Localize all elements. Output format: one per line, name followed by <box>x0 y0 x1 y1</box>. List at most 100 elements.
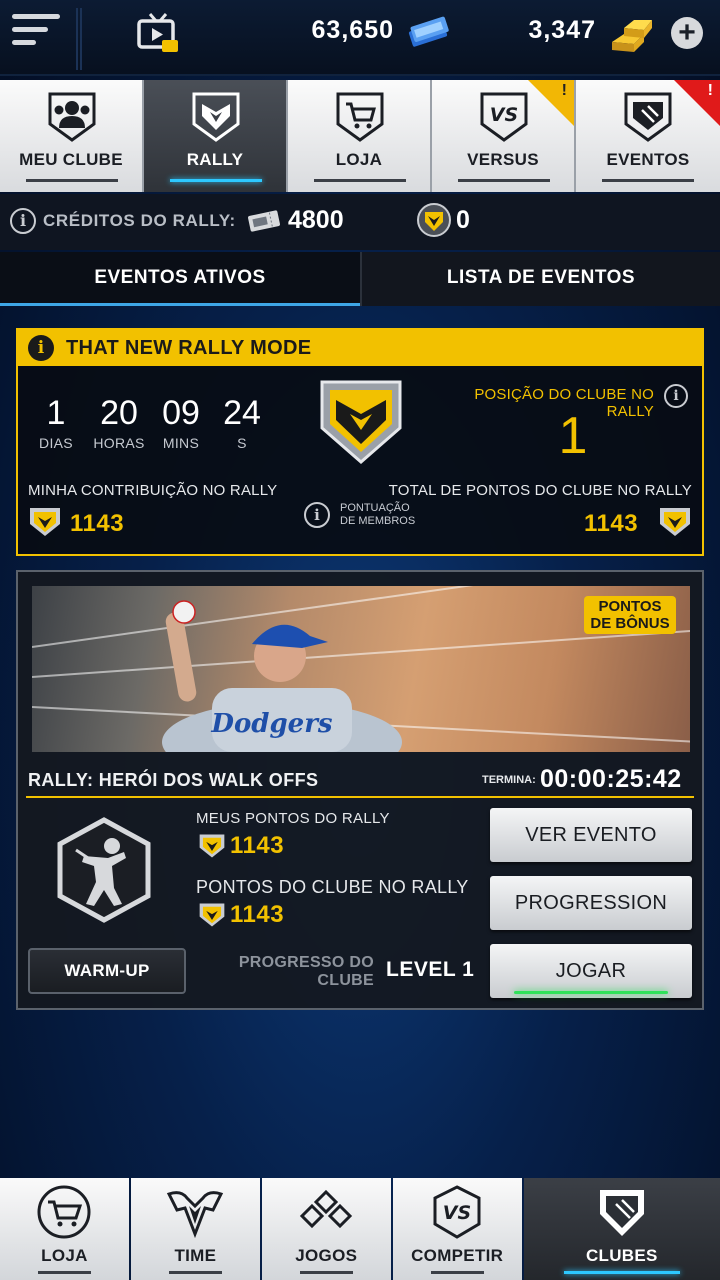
tab-underline <box>170 179 262 182</box>
rally-badge-icon <box>30 508 60 536</box>
bottom-tab-competir[interactable]: VS COMPETIR <box>392 1178 522 1280</box>
contribution-value: 1143 <box>70 510 125 537</box>
ends-countdown: 00:00:25:42 <box>540 765 682 793</box>
bonus-points-tag: PONTOS DE BÔNUS <box>584 596 676 634</box>
cart-shield-icon <box>336 92 384 142</box>
contribution-label: MINHA CONTRIBUIÇÃO NO RALLY <box>28 482 278 499</box>
rally-badge-icon <box>199 903 225 927</box>
pitcher-illustration: Dodgers <box>162 600 402 752</box>
tab-underline <box>314 179 406 182</box>
event-subtabs: EVENTOS ATIVOS LISTA DE EVENTOS <box>0 252 720 306</box>
timer-hours: 20 HORAS <box>92 394 146 451</box>
tab-underline <box>602 179 694 182</box>
timer-mins: 09 MINS <box>156 394 206 451</box>
club-total-label: TOTAL DE PONTOS DO CLUBE NO RALLY <box>388 482 692 499</box>
progress-line1: PROGRESSO DO <box>238 954 374 971</box>
bottom-tab-clubes[interactable]: CLUBES <box>523 1178 720 1280</box>
tab-eventos[interactable]: EVENTOS ! <box>576 80 720 192</box>
club-total-value: 1143 <box>584 510 639 537</box>
tab-label: VERSUS <box>467 150 539 169</box>
progression-button[interactable]: PROGRESSION <box>490 876 692 930</box>
svg-text:VS: VS <box>490 104 518 126</box>
member-scoring-label: PONTUAÇÃO DE MEMBROS <box>340 502 415 528</box>
cart-icon <box>37 1185 91 1239</box>
timer-secs: 24 S <box>222 394 262 451</box>
bottom-tab-loja[interactable]: LOJA <box>0 1178 129 1280</box>
versus-shield-icon: VS <box>480 92 528 142</box>
rally-badge-icon <box>199 834 225 858</box>
tab-label: RALLY <box>186 150 244 169</box>
bottom-nav: LOJA TIME JOGOS VS COMPETIR CLUBES <box>0 1178 720 1280</box>
versus-icon: VS <box>433 1185 481 1239</box>
tab-eventos-ativos[interactable]: EVENTOS ATIVOS <box>0 252 360 306</box>
bonus-line1: PONTOS <box>598 598 662 615</box>
member-scoring-line2: DE MEMBROS <box>340 515 416 527</box>
bottom-tab-jogos[interactable]: JOGOS <box>261 1178 391 1280</box>
member-scoring-line1: PONTUAÇÃO <box>340 502 410 514</box>
timer-mins-label: MINS <box>162 435 200 451</box>
tab-label: LOJA <box>335 150 383 169</box>
alert-mark: ! <box>707 82 713 99</box>
bottom-tab-label: JOGOS <box>295 1246 358 1265</box>
jersey-text: Dodgers <box>210 709 332 739</box>
play-button-label: JOGAR <box>555 960 627 982</box>
tab-underline <box>299 1271 353 1274</box>
tab-rally[interactable]: RALLY <box>144 80 288 192</box>
divider <box>76 8 78 70</box>
event-banner-image[interactable]: Dodgers PONTOS DE BÔNUS <box>32 586 690 752</box>
club-points-label: PONTOS DO CLUBE NO RALLY <box>196 877 469 897</box>
credits-value: 4800 <box>288 206 344 234</box>
club-points-value: 1143 <box>230 901 285 928</box>
info-icon[interactable]: i <box>664 384 688 408</box>
bottom-tab-label: LOJA <box>41 1246 88 1265</box>
divider <box>26 796 694 798</box>
menu-icon[interactable] <box>12 14 64 56</box>
play-glow <box>514 991 668 994</box>
bottom-tab-time[interactable]: TIME <box>130 1178 260 1280</box>
ends-label: TERMINA: <box>482 774 536 786</box>
rally-title: THAT NEW RALLY MODE <box>66 337 312 359</box>
tv-icon[interactable] <box>134 10 182 58</box>
tab-underline <box>38 1271 91 1274</box>
home-plate-icon <box>599 1190 644 1236</box>
tab-versus[interactable]: VS VERSUS ! <box>432 80 576 192</box>
tab-meu-clube[interactable]: MEU CLUBE <box>0 80 144 192</box>
alert-badge <box>528 80 574 126</box>
tab-underline <box>458 179 550 182</box>
diamonds-icon <box>300 1189 353 1229</box>
info-icon[interactable]: i <box>304 502 330 528</box>
bottom-tab-label: TIME <box>174 1246 217 1265</box>
club-level-value: LEVEL 1 <box>386 958 475 981</box>
tab-label: EVENTOS <box>606 150 690 169</box>
timer-mins-value: 09 <box>162 394 200 432</box>
tab-underline <box>168 1271 222 1274</box>
event-title: RALLY: HERÓI DOS WALK OFFS <box>28 770 319 790</box>
play-button[interactable]: JOGAR <box>490 944 692 998</box>
tab-underline <box>26 179 118 182</box>
club-progress-label: PROGRESSO DO CLUBE <box>226 954 374 990</box>
add-currency-button[interactable]: + <box>671 17 703 49</box>
tab-underline <box>430 1271 484 1274</box>
view-event-button[interactable]: VER EVENTO <box>490 808 692 862</box>
ticket-icon <box>248 210 280 232</box>
rally-badge-icon <box>320 380 402 464</box>
rally-header: i THAT NEW RALLY MODE <box>18 330 702 366</box>
tab-lista-de-eventos[interactable]: LISTA DE EVENTOS <box>360 252 720 306</box>
gold-bars-icon <box>612 20 652 52</box>
rally-badge-icon <box>660 508 690 536</box>
top-bar: 63,650 3,347 + <box>0 0 720 76</box>
bonus-line2: DE BÔNUS <box>590 615 670 632</box>
club-position-value: 1 <box>558 407 588 465</box>
tab-loja[interactable]: LOJA <box>288 80 432 192</box>
bottom-tab-label: COMPETIR <box>411 1246 504 1265</box>
main-nav-tabs: MEU CLUBE RALLY LOJA VS VERSUS ! EVENTOS… <box>0 80 720 192</box>
timer-days-value: 1 <box>46 394 66 432</box>
club-members-icon <box>48 92 96 142</box>
info-icon[interactable]: i <box>10 208 36 234</box>
rally-badge-icon <box>417 203 451 237</box>
info-icon[interactable]: i <box>28 335 54 361</box>
warmup-button[interactable]: WARM-UP <box>28 948 186 994</box>
bottom-tab-label: CLUBES <box>585 1246 658 1265</box>
alert-mark: ! <box>561 82 567 99</box>
walkoff-hero-icon <box>57 817 151 923</box>
